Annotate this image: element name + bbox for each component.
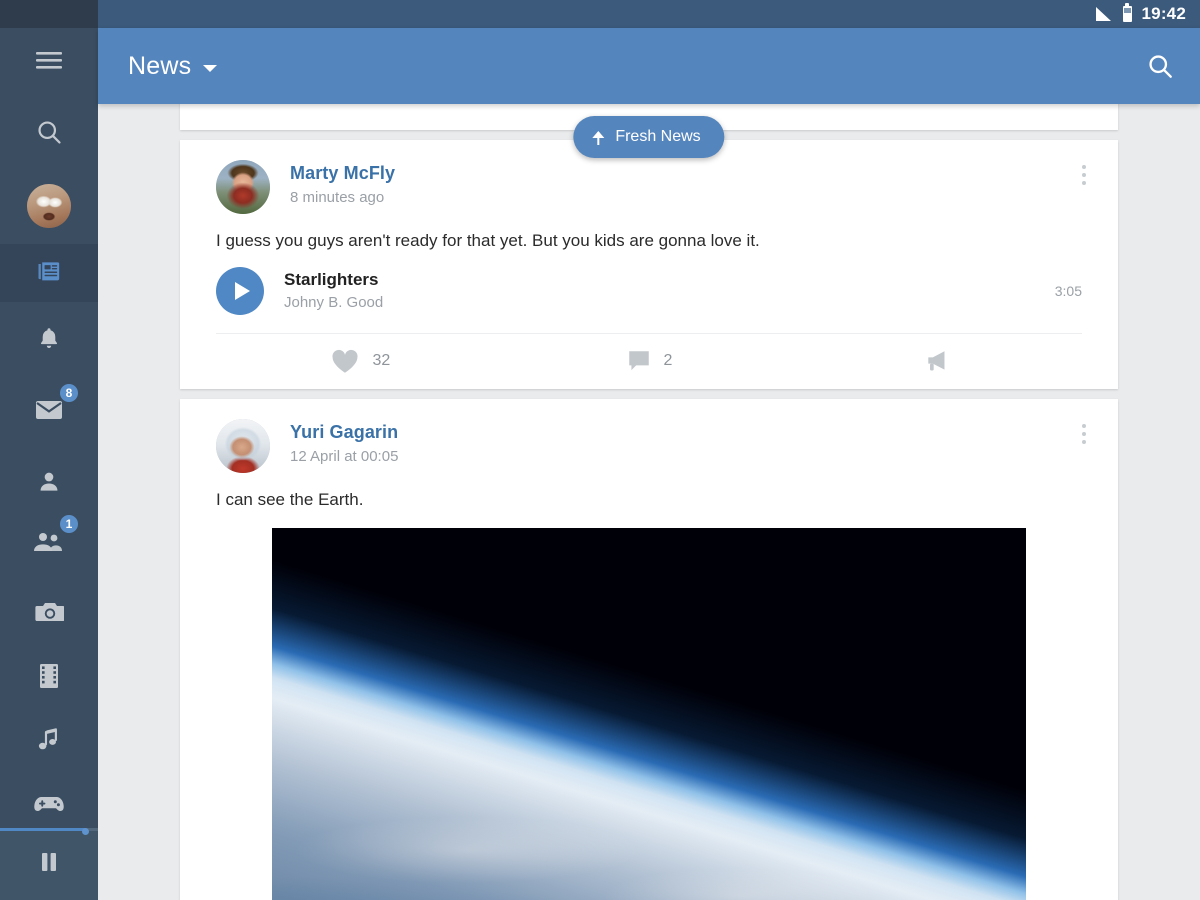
photo-shade-layer [272,527,1026,900]
signal-triangle-icon [1095,7,1113,21]
sidebar-item-news[interactable] [0,244,98,302]
music-note-icon [36,726,62,759]
post-timestamp: 12 April at 00:05 [290,447,399,465]
sidebar-item-photos[interactable] [0,580,98,648]
chevron-down-icon[interactable] [203,64,218,72]
newspaper-icon [34,257,64,290]
post-author-name[interactable]: Marty McFly [290,163,395,184]
sidebar-item-search[interactable] [0,100,98,168]
film-strip-icon [37,662,61,695]
audio-artist: Johny B. Good [284,294,384,312]
hamburger-menu-icon [34,49,64,76]
post-header: Yuri Gagarin 12 April at 00:05 [180,399,1118,473]
sidebar-item-groups[interactable]: 1 [0,510,98,578]
status-bar-time: 19:42 [1141,4,1186,23]
battery-icon [1122,3,1132,22]
sidebar-item-menu[interactable] [0,28,98,96]
page-title[interactable]: News [128,52,191,81]
post-actions: 32 2 [216,332,1082,389]
comment-icon [626,348,652,374]
megaphone-icon [924,348,952,374]
post-text: I guess you guys aren't ready for that y… [216,231,760,250]
post-card[interactable]: Marty McFly 8 minutes ago I guess you gu… [180,140,1118,389]
avatar[interactable] [216,160,270,214]
comment-count: 2 [663,352,673,370]
sidebar-item-profile[interactable] [0,172,98,240]
fresh-news-button[interactable]: Fresh News [573,116,725,158]
sidebar-item-messages[interactable]: 8 [0,378,98,446]
envelope-icon: 8 [34,381,80,427]
search-icon [35,118,63,151]
app-bar: News [98,28,1200,104]
music-player-bar[interactable] [0,828,98,900]
overflow-menu-icon[interactable] [1072,158,1096,192]
audio-meta: Starlighters Johny B. Good [284,270,383,311]
post-timestamp: 8 minutes ago [290,189,385,206]
gamepad-icon [33,793,65,820]
people-group-icon: 1 [32,512,80,560]
post-text: I can see the Earth. [216,489,364,509]
audio-duration: 3:05 [1054,282,1082,299]
avatar[interactable] [216,418,270,473]
messages-badge: 8 [58,381,80,404]
earth-from-orbit-photo[interactable] [272,527,1026,900]
play-icon[interactable] [216,266,264,315]
audio-track-title: Starlighters [284,270,379,290]
share-action[interactable] [793,348,1082,374]
post-author-name[interactable]: Yuri Gagarin [290,422,398,443]
sidebar-status-strip [0,0,98,28]
sidebar-item-music[interactable] [0,708,98,776]
fresh-news-label: Fresh News [615,128,701,145]
left-sidebar: 8 1 [0,0,98,900]
comment-action[interactable]: 2 [505,348,794,374]
sidebar-item-videos[interactable] [0,644,98,712]
post-author-block: Yuri Gagarin 12 April at 00:05 [290,419,398,465]
overflow-menu-icon[interactable] [1072,417,1096,451]
pause-icon[interactable] [38,850,60,879]
sidebar-item-notifications[interactable] [0,306,98,374]
groups-badge: 1 [58,512,80,535]
player-progress-knob[interactable] [82,828,90,835]
post-author-block: Marty McFly 8 minutes ago [290,160,395,206]
sidebar-item-friends[interactable] [0,450,98,518]
post-card[interactable]: Yuri Gagarin 12 April at 00:05 I can see… [180,398,1118,900]
bell-icon [36,324,62,357]
search-icon[interactable] [1146,52,1174,80]
app-root: 8 1 19:42 News Fresh News Marty McFly 8 … [0,0,1200,900]
user-avatar-image [27,184,71,228]
camera-icon [34,599,65,630]
person-icon [36,469,62,500]
news-feed[interactable]: 49 12 [98,104,1200,900]
like-action[interactable]: 32 [216,348,505,375]
audio-attachment[interactable]: Starlighters Johny B. Good 3:05 [180,253,1118,315]
like-count: 32 [372,352,391,370]
heart-icon [330,348,360,375]
status-bar: 19:42 [98,0,1200,28]
arrow-up-icon [591,129,605,145]
